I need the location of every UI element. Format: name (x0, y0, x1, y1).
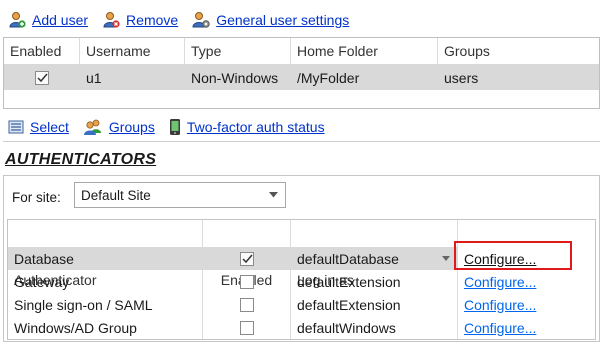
enabled-checkbox[interactable] (240, 297, 254, 312)
user-secondary-toolbar: Select Groups Two-factor auth status (8, 118, 339, 136)
authenticator-row-sso-saml[interactable]: Single sign-on / SAML defaultExtension C… (8, 293, 595, 316)
authenticator-name: Windows/AD Group (14, 319, 137, 336)
for-site-label: For site: (12, 190, 61, 205)
enabled-checkbox[interactable] (35, 70, 49, 85)
configure-cell: Configure... (458, 316, 595, 339)
general-user-settings-button[interactable]: General user settings (192, 11, 349, 29)
select-button[interactable]: Select (8, 119, 69, 135)
authenticator-row-windows-ad-group[interactable]: Windows/AD Group defaultWindows Configur… (8, 316, 595, 339)
authenticator-enabled-cell (203, 270, 291, 293)
enabled-checkbox[interactable] (240, 251, 254, 266)
add-user-button[interactable]: Add user (8, 11, 88, 29)
chevron-down-icon (442, 256, 450, 261)
select-label: Select (30, 119, 69, 135)
configure-link[interactable]: Configure... (464, 274, 536, 290)
chevron-down-icon (269, 192, 278, 198)
login-as-value[interactable]: defaultExtension (291, 293, 458, 316)
remove-user-button[interactable]: Remove (102, 11, 178, 29)
enabled-checkbox[interactable] (240, 320, 254, 335)
configure-cell: Configure... (458, 270, 595, 293)
home-folder-cell: /MyFolder (297, 69, 360, 86)
authenticator-enabled-cell (203, 316, 291, 339)
configure-highlight-box (454, 241, 572, 270)
remove-user-icon (103, 12, 120, 28)
authenticator-enabled-cell (203, 293, 291, 316)
column-header-type[interactable]: Type (185, 38, 291, 64)
checkmark-icon (36, 73, 48, 82)
groups-label: Groups (108, 119, 155, 135)
type-cell: Non-Windows (191, 69, 279, 86)
table-row[interactable]: u1 Non-Windows /MyFolder users (4, 65, 599, 90)
add-user-icon (9, 12, 26, 28)
site-select[interactable]: Default Site (74, 182, 286, 208)
configure-cell: Configure... (458, 293, 595, 316)
select-list-icon (8, 120, 24, 134)
two-factor-label: Two-factor auth status (186, 119, 325, 135)
two-factor-auth-status-button[interactable]: Two-factor auth status (169, 118, 325, 136)
phone-icon (169, 119, 180, 135)
column-header-username[interactable]: Username (80, 38, 185, 64)
authenticator-name: Gateway (14, 273, 70, 290)
authenticators-title: AUTHENTICATORS (5, 151, 157, 168)
configure-link[interactable]: Configure... (464, 297, 536, 313)
row-enabled-cell (4, 65, 80, 90)
authenticator-name: Single sign-on / SAML (14, 296, 153, 313)
user-settings-icon (192, 12, 210, 28)
user-toolbar: Add user Remove General user settings (8, 11, 363, 29)
add-user-label: Add user (32, 12, 89, 28)
remove-label: Remove (126, 12, 179, 28)
groups-button[interactable]: Groups (83, 118, 155, 136)
section-divider (3, 141, 600, 142)
login-as-value[interactable]: defaultWindows (291, 316, 458, 339)
checkmark-icon (241, 254, 253, 263)
column-header-groups[interactable]: Groups (438, 38, 599, 64)
general-settings-label: General user settings (216, 12, 350, 28)
login-as-dropdown[interactable]: defaultDatabase (291, 247, 458, 270)
column-header-home-folder[interactable]: Home Folder (291, 38, 438, 64)
username-cell: u1 (86, 69, 102, 86)
enabled-checkbox[interactable] (240, 274, 254, 289)
authenticator-row-gateway[interactable]: Gateway defaultExtension Configure... (8, 270, 595, 293)
authenticators-table: Authenticator Enabled Log in as Database… (7, 219, 596, 340)
groups-cell: users (444, 69, 479, 86)
users-table: Enabled Username Type Home Folder Groups… (3, 37, 600, 109)
authenticator-name: Database (14, 250, 74, 267)
login-as-value[interactable]: defaultExtension (291, 270, 458, 293)
site-select-value: Default Site (81, 187, 151, 203)
users-table-header: Enabled Username Type Home Folder Groups (4, 38, 599, 65)
authenticator-enabled-cell (203, 247, 291, 270)
column-header-enabled[interactable]: Enabled (4, 38, 80, 64)
groups-icon (83, 119, 101, 135)
configure-link[interactable]: Configure... (464, 320, 536, 336)
login-as-value: defaultDatabase (297, 250, 399, 267)
